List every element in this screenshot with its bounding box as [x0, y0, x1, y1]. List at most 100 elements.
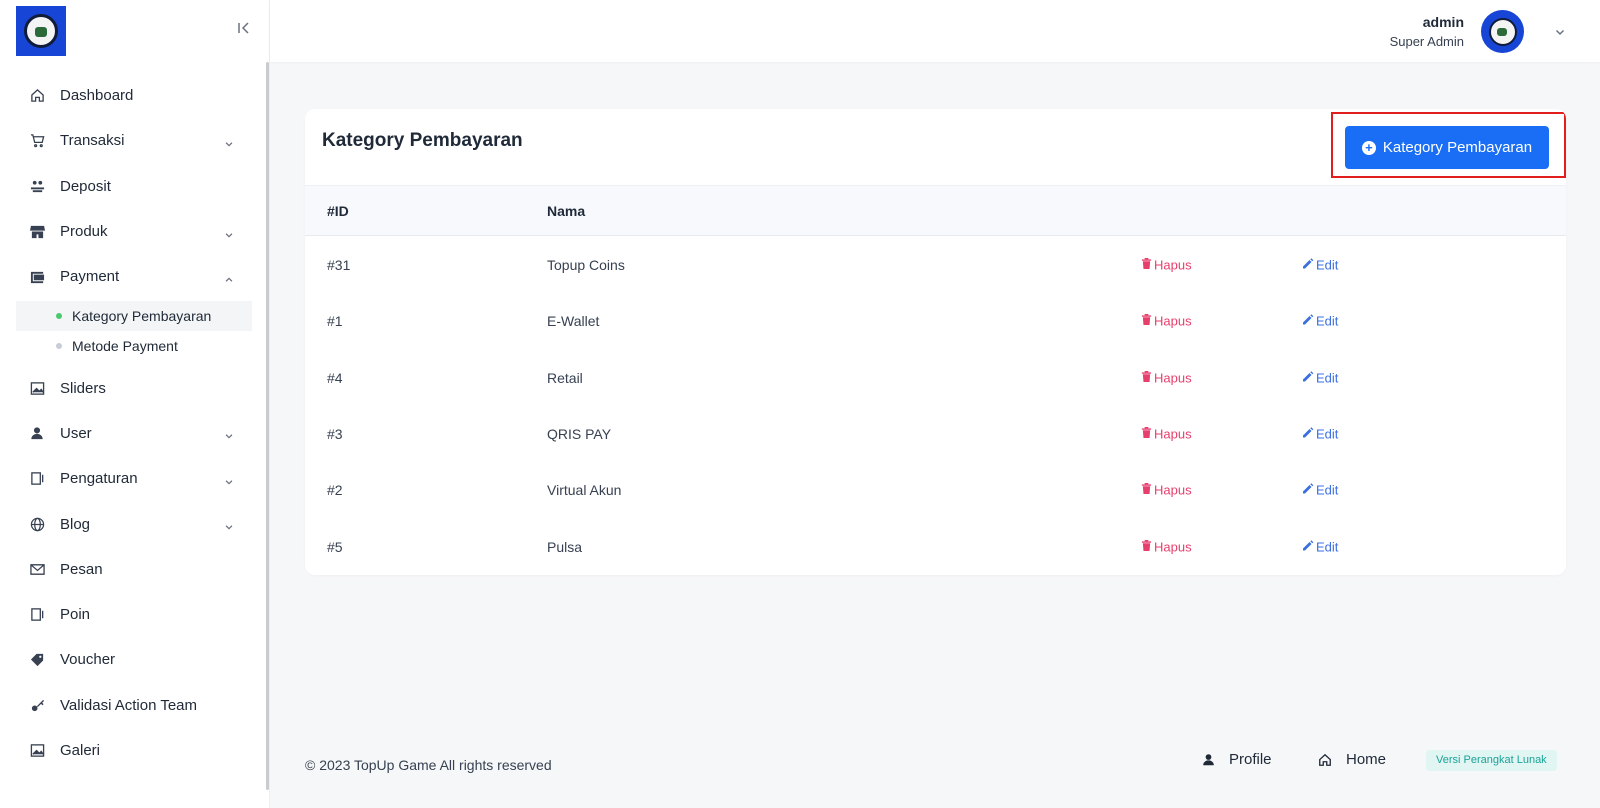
- sidebar-item-dashboard[interactable]: Dashboard: [16, 73, 252, 118]
- chevron-down-icon: [224, 227, 234, 238]
- panel-icon: [29, 607, 45, 623]
- store-icon: [29, 224, 45, 240]
- pencil-icon: [1302, 314, 1316, 329]
- sidebar-scrollbar[interactable]: [266, 62, 269, 790]
- column-header-id: #ID: [327, 203, 349, 219]
- row-name: E-Wallet: [547, 313, 600, 330]
- row-name: Retail: [547, 369, 583, 386]
- edit-label: Edit: [1316, 539, 1339, 555]
- edit-button[interactable]: Edit: [1302, 314, 1338, 329]
- sidebar-item-poin[interactable]: Poin: [16, 592, 252, 637]
- sidebar-item-label: Pesan: [60, 560, 103, 578]
- sidebar-item-sliders[interactable]: Sliders: [16, 365, 252, 410]
- bullet-dot-icon: [56, 343, 62, 350]
- page-title: Kategory Pembayaran: [322, 130, 523, 151]
- edit-label: Edit: [1316, 370, 1339, 386]
- user-icon: [29, 425, 45, 441]
- sidebar-item-deposit[interactable]: Deposit: [16, 164, 252, 209]
- sidebar-item-user[interactable]: User: [16, 411, 252, 456]
- sidebar-item-pengaturan[interactable]: Pengaturan: [16, 456, 252, 501]
- globe-icon: [29, 516, 45, 532]
- collapse-sidebar-icon[interactable]: [236, 20, 254, 40]
- sidebar: Dashboard Transaksi Deposit Produk Payment Ka…: [0, 0, 270, 808]
- sidebar-subitem-metode-payment[interactable]: Metode Payment: [16, 331, 252, 361]
- avatar[interactable]: [1481, 10, 1524, 53]
- sidebar-item-label: Produk: [60, 223, 108, 241]
- sidebar-item-pesan[interactable]: Pesan: [16, 547, 252, 592]
- trash-icon: [1141, 427, 1154, 442]
- tag-icon: [29, 652, 45, 668]
- coins-icon: [29, 178, 45, 194]
- copyright-text: © 2023 TopUp Game All rights reserved: [305, 757, 552, 773]
- user-icon: [1203, 754, 1214, 766]
- table-row: #2 Virtual Akun Hapus Edit: [305, 462, 1566, 518]
- edit-button[interactable]: Edit: [1302, 483, 1338, 498]
- pencil-icon: [1302, 370, 1316, 385]
- delete-button[interactable]: Hapus: [1141, 258, 1192, 273]
- user-role: Super Admin: [1389, 34, 1464, 49]
- chevron-down-icon[interactable]: [1554, 25, 1566, 37]
- edit-label: Edit: [1316, 313, 1339, 329]
- version-badge: Versi Perangkat Lunak: [1426, 750, 1557, 771]
- footer-profile-link[interactable]: Profile: [1202, 751, 1272, 768]
- row-name: Pulsa: [547, 538, 583, 555]
- trash-icon: [1141, 370, 1154, 385]
- sidebar-item-blog[interactable]: Blog: [16, 501, 252, 546]
- table-row: #1 E-Wallet Hapus Edit: [305, 293, 1566, 349]
- sidebar-item-voucher[interactable]: Voucher: [16, 637, 252, 682]
- cart-icon: [29, 133, 45, 149]
- row-id: #31: [327, 257, 351, 274]
- table-header: #ID Nama: [305, 185, 1566, 236]
- add-category-button[interactable]: + Kategory Pembayaran: [1345, 126, 1549, 169]
- row-name: Virtual Akun: [547, 482, 622, 499]
- payment-category-card: Kategory Pembayaran + Kategory Pembayara…: [305, 109, 1566, 575]
- sidebar-item-label: User: [60, 424, 92, 442]
- sidebar-item-galeri[interactable]: Galeri: [16, 728, 252, 773]
- sidebar-item-transaksi[interactable]: Transaksi: [16, 118, 252, 163]
- key-icon: [29, 697, 45, 713]
- sidebar-item-label: Payment: [60, 268, 120, 286]
- sidebar-item-produk[interactable]: Produk: [16, 209, 252, 254]
- sidebar-item-validasi-action-team[interactable]: Validasi Action Team: [16, 683, 252, 728]
- footer-home-label: Home: [1346, 751, 1387, 768]
- edit-label: Edit: [1316, 482, 1339, 498]
- sidebar-item-label: Blog: [60, 515, 91, 533]
- delete-button[interactable]: Hapus: [1141, 370, 1192, 385]
- sidebar-subitem-label: Kategory Pembayaran: [72, 308, 212, 325]
- sidebar-item-payment[interactable]: Payment: [16, 254, 252, 299]
- trash-icon: [1141, 539, 1154, 554]
- delete-button[interactable]: Hapus: [1141, 427, 1192, 442]
- edit-button[interactable]: Edit: [1302, 370, 1338, 385]
- table-row: #4 Retail Hapus Edit: [305, 350, 1566, 406]
- image-icon: [29, 380, 45, 396]
- chevron-down-icon: [224, 474, 234, 485]
- table-row: #5 Pulsa Hapus Edit: [305, 518, 1566, 574]
- sidebar-subitem-label: Metode Payment: [72, 338, 178, 355]
- user-name: admin: [1422, 14, 1464, 30]
- sidebar-subitem-kategory-pembayaran[interactable]: Kategory Pembayaran: [16, 301, 252, 332]
- sidebar-item-label: Validasi Action Team: [60, 696, 198, 714]
- row-name: QRIS PAY: [547, 426, 612, 443]
- sidebar-item-label: Transaksi: [60, 132, 125, 150]
- delete-label: Hapus: [1154, 313, 1192, 329]
- avatar-emblem: [1488, 17, 1517, 46]
- image-icon: [29, 743, 45, 759]
- delete-button[interactable]: Hapus: [1141, 314, 1192, 329]
- edit-button[interactable]: Edit: [1302, 258, 1338, 273]
- logo-emblem: [24, 14, 58, 48]
- footer-home-link[interactable]: Home: [1318, 751, 1386, 768]
- row-id: #4: [327, 369, 343, 386]
- app-logo[interactable]: [16, 6, 66, 56]
- home-icon: [1319, 753, 1331, 766]
- edit-button[interactable]: Edit: [1302, 539, 1338, 554]
- bullet-dot-icon: [56, 313, 62, 320]
- sidebar-item-label: Pengaturan: [60, 470, 138, 488]
- delete-button[interactable]: Hapus: [1141, 483, 1192, 498]
- chevron-down-icon: [224, 136, 234, 147]
- edit-button[interactable]: Edit: [1302, 427, 1338, 442]
- row-id: #3: [327, 426, 343, 443]
- row-id: #5: [327, 538, 343, 555]
- trash-icon: [1141, 258, 1154, 273]
- column-header-name: Nama: [547, 203, 586, 219]
- delete-button[interactable]: Hapus: [1141, 539, 1192, 554]
